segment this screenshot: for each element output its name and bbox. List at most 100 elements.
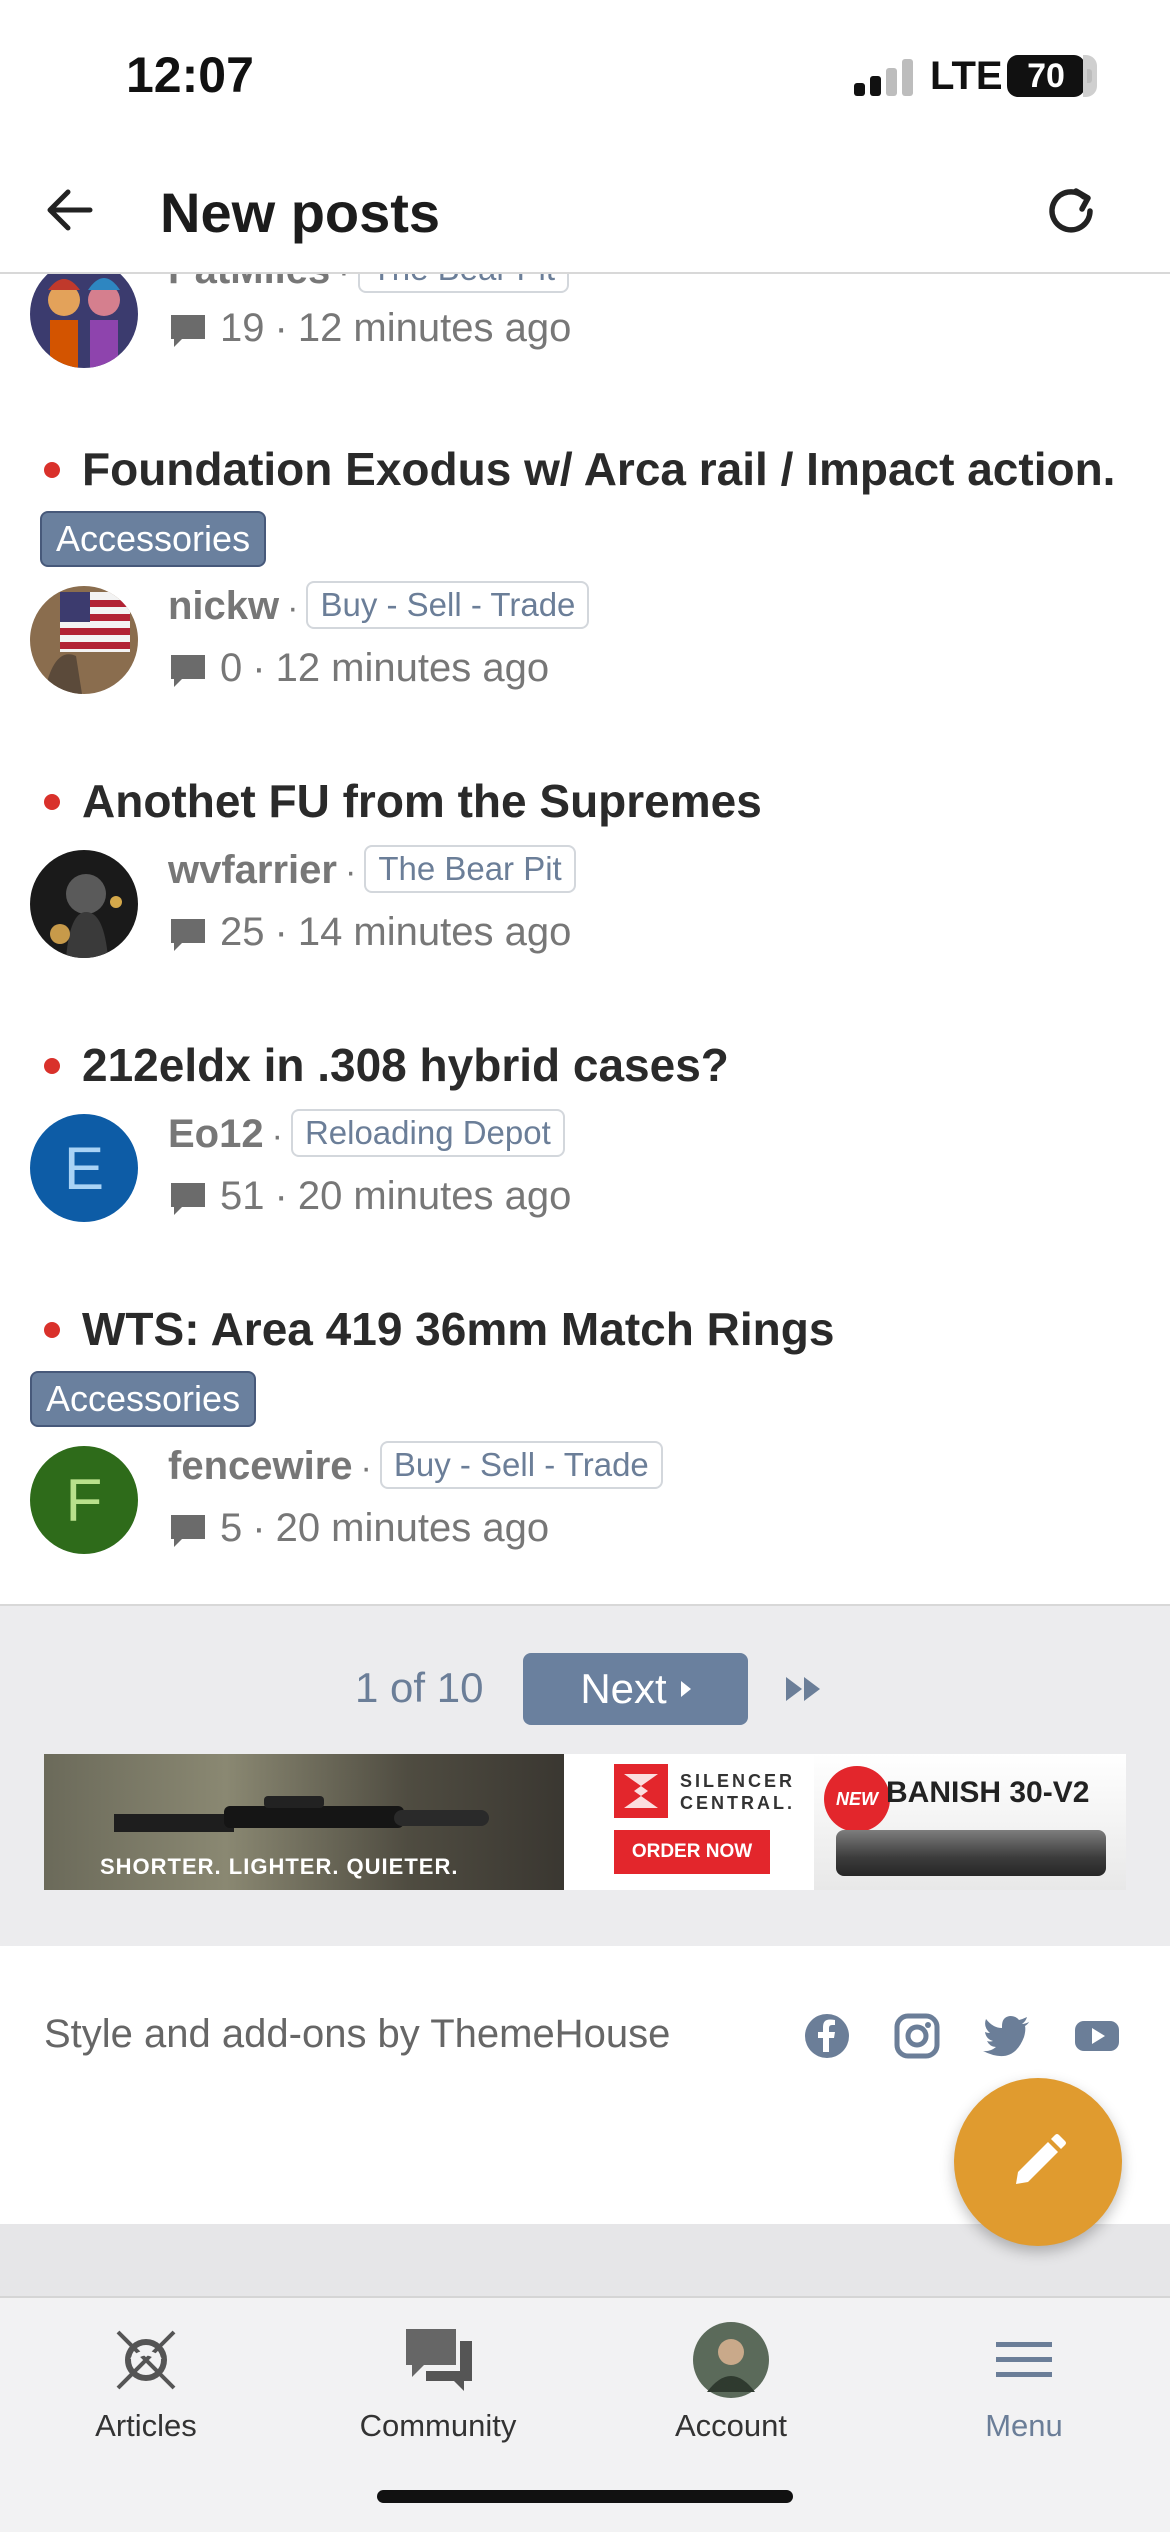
thread-title[interactable]: Foundation Exodus w/ Arca rail / Impact … — [30, 436, 1140, 568]
caret-right-icon — [680, 1681, 691, 1697]
separator: · — [338, 274, 349, 291]
post-time: 14 minutes ago — [297, 910, 572, 954]
avatar[interactable] — [30, 274, 138, 368]
thread-meta: Eo12 · Reloading Depot — [168, 1109, 565, 1158]
thread-item[interactable]: PatMiles · The Bear Pit 19 · 12 minutes ag… — [0, 274, 1170, 390]
nav-articles[interactable]: Articles — [0, 2298, 292, 2468]
separator: · — [344, 853, 357, 891]
footer-credit[interactable]: Style and add-ons by ThemeHouse — [44, 2012, 670, 2057]
avatar[interactable]: E — [30, 1114, 138, 1222]
pagination-section: 1 of 10 Next SHORTER. LIGHTER. QUIETER. … — [0, 1604, 1170, 1946]
thread-stats: 5 · 20 minutes ago — [168, 1506, 549, 1551]
nav-account[interactable]: Account — [585, 2298, 877, 2468]
reply-count: 25 — [220, 910, 265, 954]
thread-title[interactable]: 212eldx in .308 hybrid cases? — [30, 1032, 1140, 1098]
last-page-icon[interactable] — [782, 1674, 826, 1704]
nav-label: Community — [359, 2408, 517, 2443]
separator: · — [271, 1117, 283, 1155]
status-bar: 12:07 LTE 70 — [0, 0, 1170, 150]
thread-item[interactable]: WTS: Area 419 36mm Match Rings Accessori… — [0, 1296, 1170, 1604]
suppressor-image — [836, 1830, 1106, 1876]
separator: · — [252, 646, 266, 690]
nav-label: Menu — [985, 2408, 1063, 2443]
username[interactable]: wvfarrier — [168, 848, 337, 892]
refresh-icon[interactable] — [1038, 178, 1104, 244]
forum-tag[interactable]: Buy - Sell - Trade — [379, 1441, 663, 1490]
avatar[interactable] — [30, 850, 138, 958]
battery-level: 70 — [1027, 57, 1065, 95]
separator: · — [274, 306, 288, 350]
ad-banner[interactable]: SHORTER. LIGHTER. QUIETER. SILENCER CENT… — [44, 1754, 1126, 1890]
avatar-letter: F — [65, 1466, 103, 1534]
thread-title[interactable]: WTS: Area 419 36mm Match Rings Accessori… — [30, 1296, 1140, 1428]
status-time: 12:07 — [126, 47, 254, 103]
thread-title-text[interactable]: Foundation Exodus w/ Arca rail / Impact … — [82, 443, 1115, 495]
username[interactable]: PatMiles — [168, 274, 330, 292]
home-indicator — [377, 2490, 793, 2503]
footer-strip — [0, 2224, 1170, 2296]
thread-meta: nickw · Buy - Sell - Trade — [168, 581, 590, 630]
reply-count: 19 — [220, 306, 265, 350]
back-arrow-icon[interactable] — [40, 180, 100, 240]
thread-list: PatMiles·The Bear Pit 19 · 12 minutes ag… — [0, 274, 1170, 1604]
separator: · — [274, 1174, 288, 1218]
comment-icon — [171, 1182, 205, 1215]
comment-icon — [171, 314, 205, 347]
new-badge: NEW — [824, 1766, 890, 1832]
forum-tag[interactable]: The Bear Pit — [364, 845, 576, 894]
prefix-badge[interactable]: Accessories — [40, 510, 267, 567]
nav-community[interactable]: Community — [292, 2298, 584, 2468]
facebook-icon[interactable] — [803, 2012, 851, 2060]
username[interactable]: fencewire — [168, 1444, 353, 1488]
thread-meta: fencewire · Buy - Sell - Trade — [168, 1441, 663, 1490]
unread-dot — [44, 461, 60, 478]
separator: · — [252, 1506, 266, 1550]
reply-count: 5 — [220, 1506, 243, 1550]
thread-meta: wvfarrier · The Bear Pit — [168, 845, 576, 894]
order-now-button[interactable]: ORDER NOW — [614, 1830, 770, 1874]
forum-tag[interactable]: The Bear Pit — [357, 274, 570, 294]
unread-dot — [44, 793, 60, 810]
rifle-image — [114, 1796, 489, 1832]
unread-dot — [44, 1057, 60, 1074]
next-page-button[interactable]: Next — [523, 1653, 748, 1725]
post-time: 20 minutes ago — [297, 1174, 572, 1218]
thread-item[interactable]: Anothet FU from the Supremes wvfarrier · T… — [0, 768, 1170, 1008]
ad-brand-line1: SILENCER — [680, 1771, 796, 1791]
comment-icon — [171, 1514, 205, 1547]
hamburger-icon — [982, 2318, 1066, 2402]
thread-title-text[interactable]: Anothet FU from the Supremes — [82, 775, 762, 827]
signal-icon — [854, 58, 914, 96]
avatar[interactable] — [30, 586, 138, 694]
username[interactable]: Eo12 — [168, 1112, 264, 1156]
avatar[interactable]: F — [30, 1446, 138, 1554]
unread-dot — [44, 1321, 60, 1338]
ad-brand-line2: CENTRAL. — [680, 1793, 795, 1813]
reply-count: 0 — [220, 646, 243, 690]
youtube-icon[interactable] — [1073, 2012, 1121, 2060]
twitter-icon[interactable] — [983, 2012, 1031, 2060]
compose-button[interactable] — [954, 2078, 1122, 2246]
page-title: New posts — [160, 181, 441, 244]
thread-stats: 0 · 12 minutes ago — [168, 646, 549, 691]
ad-product-panel: NEW BANISH 30-V2 — [814, 1754, 1126, 1890]
thread-item[interactable]: 212eldx in .308 hybrid cases? E Eo12 · Rel… — [0, 1032, 1170, 1272]
prefix-badge[interactable]: Accessories — [30, 1370, 257, 1427]
thread-title-text[interactable]: 212eldx in .308 hybrid cases? — [82, 1039, 729, 1091]
thread-title[interactable]: Anothet FU from the Supremes — [30, 768, 1140, 834]
thread-title-text[interactable]: WTS: Area 419 36mm Match Rings — [82, 1303, 834, 1355]
nav-label: Articles — [95, 2408, 197, 2443]
separator: · — [274, 910, 288, 954]
post-time: 12 minutes ago — [275, 646, 550, 690]
forum-tag[interactable]: Buy - Sell - Trade — [306, 581, 590, 630]
thread-item[interactable]: Foundation Exodus w/ Arca rail / Impact … — [0, 436, 1170, 736]
nav-menu[interactable]: Menu — [878, 2298, 1170, 2468]
next-label: Next — [580, 1665, 667, 1712]
pencil-icon — [1016, 2134, 1066, 2184]
ad-brand: SILENCER CENTRAL. — [680, 1770, 795, 1814]
ad-product-name: BANISH 30-V2 — [886, 1776, 1090, 1809]
instagram-icon[interactable] — [893, 2012, 941, 2060]
username[interactable]: nickw — [168, 584, 279, 628]
forum-tag[interactable]: Reloading Depot — [290, 1109, 565, 1158]
battery-icon: 70 — [1007, 55, 1097, 97]
